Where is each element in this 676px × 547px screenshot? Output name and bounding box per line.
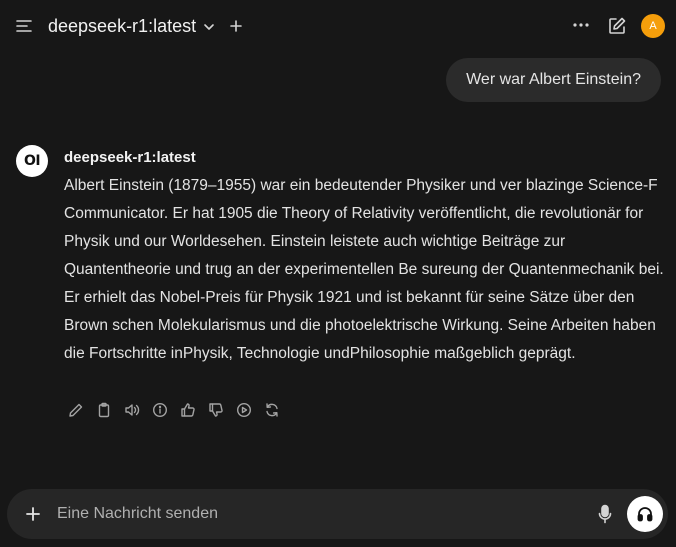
attach-button[interactable]	[21, 502, 45, 526]
chat-app: deepseek-r1:latest A Wer war Albert Eins…	[0, 0, 676, 547]
voice-input-button[interactable]	[594, 502, 616, 526]
model-selector[interactable]: deepseek-r1:latest	[48, 13, 216, 39]
user-message-text: Wer war Albert Einstein?	[466, 71, 641, 88]
assistant-message-text: Albert Einstein (1879–1955) war ein bede…	[64, 177, 664, 362]
microphone-icon	[598, 504, 612, 524]
good-response-button[interactable]	[179, 401, 197, 419]
top-bar: deepseek-r1:latest A	[0, 0, 676, 52]
headphones-icon	[637, 507, 653, 522]
edit-message-button[interactable]	[67, 401, 85, 419]
speaker-icon	[125, 404, 140, 416]
voice-mode-button[interactable]	[627, 496, 663, 532]
copy-icon	[98, 402, 110, 418]
thumbs-down-icon	[209, 403, 223, 417]
message-input-bar	[7, 489, 668, 539]
assistant-logo: OI	[16, 145, 48, 177]
read-aloud-button[interactable]	[123, 401, 141, 419]
new-chat-button[interactable]	[605, 14, 629, 38]
menu-icon	[16, 20, 32, 32]
assistant-logo-text: OI	[23, 153, 41, 169]
message-input[interactable]	[57, 501, 577, 527]
plus-icon	[230, 20, 242, 32]
message-actions	[67, 400, 281, 420]
info-button[interactable]	[151, 401, 169, 419]
pencil-square-icon	[609, 17, 626, 34]
assistant-name: deepseek-r1:latest	[64, 149, 196, 166]
edit-icon	[69, 403, 83, 417]
continue-button[interactable]	[235, 401, 253, 419]
info-icon	[152, 402, 168, 418]
chevron-down-icon	[204, 24, 214, 30]
more-options-button[interactable]	[570, 14, 592, 36]
bad-response-button[interactable]	[207, 401, 225, 419]
user-message-bubble: Wer war Albert Einstein?	[446, 58, 661, 102]
regenerate-button[interactable]	[263, 401, 281, 419]
plus-icon	[26, 507, 40, 521]
ellipsis-icon	[573, 23, 589, 27]
add-model-button[interactable]	[226, 16, 246, 36]
model-name: deepseek-r1:latest	[48, 15, 197, 36]
user-avatar[interactable]: A	[641, 14, 665, 38]
sidebar-toggle-button[interactable]	[12, 14, 36, 38]
regenerate-icon	[266, 403, 278, 417]
play-icon	[236, 402, 252, 418]
copy-button[interactable]	[95, 401, 113, 419]
thumbs-up-icon	[181, 403, 195, 417]
